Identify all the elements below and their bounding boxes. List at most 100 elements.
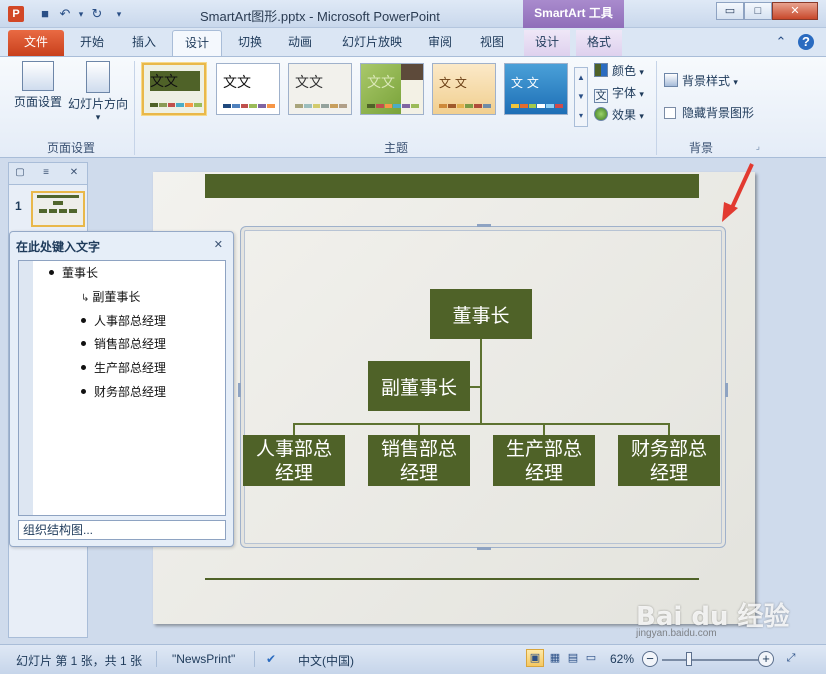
checkbox-box[interactable]	[664, 107, 676, 119]
slide-orientation-button[interactable]: 幻灯片方向 ▾	[66, 61, 130, 123]
status-separator	[254, 651, 255, 667]
customize-qat-icon[interactable]: ▾	[110, 5, 128, 23]
tab-transitions[interactable]: 切换	[228, 30, 272, 56]
connector-line	[293, 423, 295, 435]
themes-gallery-scroll[interactable]: ▲ ▼ ▾	[574, 67, 588, 127]
tab-slideshow[interactable]: 幻灯片放映	[332, 30, 412, 56]
theme-colors-button[interactable]: 颜色 ▾	[594, 61, 644, 81]
redo-icon[interactable]: ↻	[88, 5, 106, 23]
effects-label: 效果	[612, 108, 637, 122]
reading-view-icon[interactable]: ▤	[564, 649, 582, 667]
ribbon-help-controls: ⌃ ?	[775, 34, 814, 50]
resize-handle-left[interactable]	[238, 383, 241, 397]
help-icon[interactable]: ?	[798, 34, 814, 50]
slide-info: 幻灯片 第 1 张，共 1 张	[16, 654, 143, 668]
bullet-icon	[81, 365, 86, 370]
gallery-scroll-up-icon[interactable]: ▲	[575, 68, 587, 87]
org-node-text: 经理	[524, 461, 563, 484]
theme-swatches	[367, 104, 419, 108]
slide-thumbnail[interactable]	[31, 191, 85, 227]
tab-design[interactable]: 设计	[172, 30, 222, 56]
tab-animations[interactable]: 动画	[278, 30, 322, 56]
org-node-finance-manager[interactable]: 财务部总 经理	[618, 435, 720, 486]
theme-adjacency[interactable]: 文文	[288, 63, 352, 115]
tab-home[interactable]: 开始	[70, 30, 114, 56]
tab-file[interactable]: 文件	[8, 30, 64, 56]
outline-item[interactable]: 财务部总经理	[81, 384, 166, 400]
theme-sample-text: 文 文	[511, 76, 539, 90]
slide-title-bar	[205, 174, 699, 198]
window-title: SmartArt图形.pptx - Microsoft PowerPoint	[200, 9, 440, 24]
org-node-hr-manager[interactable]: 人事部总 经理	[243, 435, 345, 486]
page-setup-button[interactable]: 页面设置	[10, 61, 66, 110]
org-node-sales-manager[interactable]: 销售部总 经理	[368, 435, 470, 486]
save-icon[interactable]: ■	[36, 5, 54, 23]
theme-fonts-button[interactable]: 文字体 ▾	[594, 83, 644, 103]
theme-office[interactable]: 文文	[216, 63, 280, 115]
collapse-ribbon-icon[interactable]: ⌃	[775, 34, 786, 49]
close-button[interactable]: ✕	[772, 2, 818, 20]
effects-dropdown-icon: ▾	[639, 111, 644, 121]
outline-tab-icon[interactable]: ≡	[37, 165, 55, 181]
thumb-node	[49, 209, 57, 213]
resize-handle-top[interactable]	[477, 224, 491, 227]
zoom-level[interactable]: 62%	[610, 652, 634, 666]
text-pane-close-icon[interactable]: ✕	[214, 238, 223, 251]
slide-sorter-view-icon[interactable]: ▦	[546, 649, 564, 667]
outline-item-text: 销售部总经理	[94, 337, 167, 351]
thumbnail-pane-tabs: ▢ ≡ ✕	[9, 163, 87, 185]
background-dialog-launcher-icon[interactable]: ⌟	[756, 141, 760, 152]
outline-item[interactable]: 生产部总经理	[81, 360, 166, 376]
slideshow-view-icon[interactable]: ▭	[582, 649, 600, 667]
tab-smartart-format[interactable]: 格式	[576, 30, 622, 56]
org-node-vice-chairman[interactable]: 副董事长	[368, 361, 470, 411]
hide-background-graphics-checkbox[interactable]: 隐藏背景图形	[664, 103, 754, 123]
language-indicator[interactable]: 中文(中国)	[298, 652, 354, 669]
slide-orientation-icon	[86, 61, 110, 93]
theme-warm[interactable]: 文 文	[432, 63, 496, 115]
fonts-dropdown-icon: ▾	[639, 89, 644, 99]
fit-to-window-icon[interactable]: ⤢	[782, 649, 800, 667]
text-pane-outline[interactable]: 董事长 ↳ 副董事长 人事部总经理 销售部总经理 生产部总经理 财务部总经理	[18, 260, 226, 516]
group-separator	[656, 61, 657, 155]
theme-blue[interactable]: 文 文	[504, 63, 568, 115]
outline-item[interactable]: ↳ 副董事长	[81, 289, 140, 305]
theme-sample-text: 文文	[223, 75, 251, 91]
gallery-more-icon[interactable]: ▾	[575, 106, 587, 125]
smartart-frame[interactable]	[238, 224, 728, 550]
outline-item[interactable]: 人事部总经理	[81, 313, 166, 329]
thumb-node	[53, 201, 63, 205]
zoom-slider-track[interactable]	[662, 659, 758, 661]
zoom-out-icon[interactable]: −	[642, 651, 658, 667]
theme-newsprint[interactable]: 文文	[142, 63, 206, 115]
outline-item[interactable]: 销售部总经理	[81, 336, 166, 352]
zoom-in-icon[interactable]: +	[758, 651, 774, 667]
outline-item[interactable]: 董事长	[49, 265, 98, 281]
slides-tab-icon[interactable]: ▢	[11, 165, 29, 181]
theme-green[interactable]: 文文	[360, 63, 424, 115]
background-styles-button[interactable]: 背景样式 ▾	[664, 71, 738, 91]
tab-review[interactable]: 审阅	[418, 30, 462, 56]
powerpoint-app-icon[interactable]: P	[8, 6, 24, 22]
smartart-layout-name-link[interactable]: 组织结构图...	[18, 520, 226, 540]
tab-view[interactable]: 视图	[470, 30, 514, 56]
zoom-slider-thumb[interactable]	[686, 652, 692, 666]
connector-line	[293, 423, 668, 425]
restore-button[interactable]: □	[744, 2, 772, 20]
org-node-text: 生产部总	[505, 437, 582, 460]
outline-gutter	[19, 261, 33, 515]
org-node-text: 副董事长	[380, 376, 457, 399]
normal-view-icon[interactable]: ▣	[526, 649, 544, 667]
tab-smartart-design[interactable]: 设计	[524, 30, 570, 56]
theme-effects-button[interactable]: 效果 ▾	[594, 105, 644, 125]
resize-handle-right[interactable]	[725, 383, 728, 397]
close-pane-icon[interactable]: ✕	[65, 165, 83, 181]
gallery-scroll-down-icon[interactable]: ▼	[575, 87, 587, 106]
tab-insert[interactable]: 插入	[122, 30, 166, 56]
org-node-production-manager[interactable]: 生产部总 经理	[493, 435, 595, 486]
spellcheck-icon[interactable]: ✔	[266, 652, 276, 666]
org-node-chairman[interactable]: 董事长	[430, 289, 532, 339]
resize-handle-bottom[interactable]	[477, 547, 491, 550]
org-node-text: 经理	[399, 461, 438, 484]
minimize-button[interactable]: ▭	[716, 2, 744, 20]
